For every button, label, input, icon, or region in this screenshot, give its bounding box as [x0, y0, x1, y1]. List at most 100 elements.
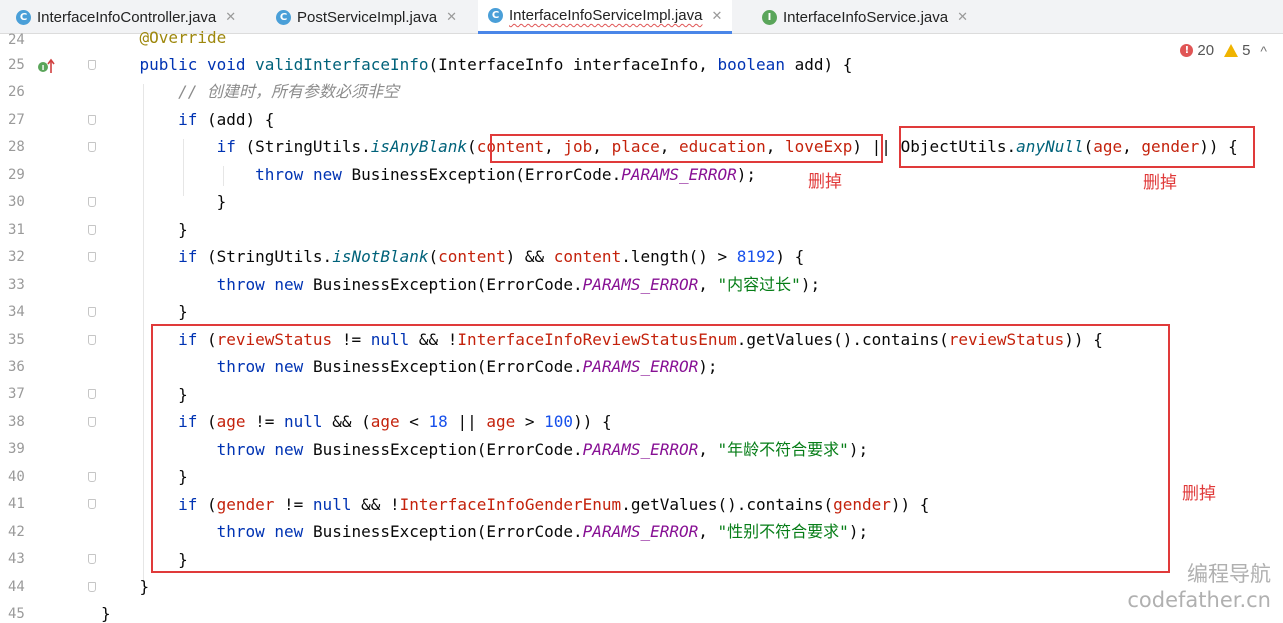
class-icon: C — [276, 9, 291, 25]
line-number: 35 — [8, 332, 25, 348]
code-line-25[interactable]: public void validInterfaceInfo(Interface… — [101, 55, 853, 75]
line-number: 32 — [8, 249, 25, 265]
keyword: throw — [255, 165, 304, 184]
error-count: 20 — [1197, 42, 1215, 59]
code-text: (StringUtils. — [235, 137, 371, 156]
fold-icon[interactable] — [88, 115, 96, 125]
keyword: void — [206, 55, 246, 74]
fold-icon[interactable] — [88, 252, 96, 262]
tab-post-service-impl[interactable]: C PostServiceImpl.java ✕ — [276, 0, 457, 34]
highlight-box-anynull-check — [899, 126, 1255, 168]
tab-label: InterfaceInfoController.java — [37, 8, 217, 26]
code-comment: // 创建时，所有参数必须非空 — [178, 82, 399, 101]
line-number: 38 — [8, 414, 25, 430]
code-line-29[interactable]: throw new BusinessException(ErrorCode.PA… — [101, 165, 756, 185]
fold-icon[interactable] — [88, 554, 96, 564]
keyword: if — [216, 137, 236, 156]
code-text: ) { — [775, 247, 805, 266]
close-icon[interactable]: ✕ — [446, 9, 457, 25]
svg-text:I: I — [42, 64, 45, 72]
line-number: 42 — [8, 524, 25, 540]
delete-note: 删掉 — [1182, 484, 1216, 504]
keyword: boolean — [717, 55, 785, 74]
code-text: (add) { — [197, 110, 275, 129]
line-number: 41 — [8, 496, 25, 512]
fold-icon[interactable] — [88, 417, 96, 427]
field-token: content — [553, 247, 622, 266]
fold-icon[interactable] — [88, 142, 96, 152]
fold-icon[interactable] — [88, 197, 96, 207]
line-number: 28 — [8, 139, 25, 155]
line-number: 24 — [8, 32, 25, 48]
delete-note: 删掉 — [1143, 173, 1177, 193]
field-token: content — [438, 247, 506, 266]
code-text: } — [101, 604, 111, 623]
tab-label: InterfaceInfoServiceImpl.java — [509, 7, 703, 24]
line-number: 37 — [8, 386, 25, 402]
fold-icon[interactable] — [88, 582, 96, 592]
fold-icon[interactable] — [88, 225, 96, 235]
code-text: .length() > — [621, 247, 737, 266]
constant-token: PARAMS_ERROR — [621, 165, 737, 184]
method-call: isNotBlank — [332, 247, 429, 266]
code-text: ( — [467, 137, 477, 156]
code-line-33[interactable]: throw new BusinessException(ErrorCode.PA… — [101, 275, 820, 295]
code-line-34[interactable]: } — [101, 302, 188, 322]
line-number: 26 — [8, 84, 25, 100]
highlight-box-anyblank-args — [490, 134, 883, 163]
fold-icon[interactable] — [88, 307, 96, 317]
code-text: } — [178, 220, 188, 239]
line-number: 40 — [8, 469, 25, 485]
delete-note: 删掉 — [808, 172, 842, 192]
close-icon[interactable]: ✕ — [225, 9, 236, 25]
code-text: BusinessException(ErrorCode. — [341, 165, 622, 184]
code-line-24[interactable]: @Override — [101, 28, 227, 48]
fold-icon[interactable] — [88, 389, 96, 399]
keyword: if — [178, 110, 198, 129]
code-text: ) && — [505, 247, 554, 266]
code-text: } — [139, 577, 150, 596]
code-text: BusinessException(ErrorCode. — [303, 275, 583, 294]
method-name: validInterfaceInfo — [255, 55, 429, 74]
fold-icon[interactable] — [88, 472, 96, 482]
tab-label: InterfaceInfoService.java — [783, 8, 949, 26]
tab-label: PostServiceImpl.java — [297, 8, 438, 26]
tab-interface-info-service-impl[interactable]: C InterfaceInfoServiceImpl.java ✕ — [478, 0, 733, 34]
fold-icon[interactable] — [88, 499, 96, 509]
line-number: 27 — [8, 112, 25, 128]
code-line-32[interactable]: if (StringUtils.isNotBlank(content) && c… — [101, 247, 804, 267]
code-line-31[interactable]: } — [101, 220, 188, 240]
class-icon: C — [488, 8, 503, 23]
fold-icon[interactable] — [88, 335, 96, 345]
code-text: } — [178, 302, 188, 321]
inspection-widget[interactable]: ! 20 5 ^ — [1180, 42, 1267, 59]
code-line-26[interactable]: // 创建时，所有参数必须非空 — [101, 82, 399, 102]
line-number: 34 — [8, 304, 25, 320]
tab-interface-info-service[interactable]: I InterfaceInfoService.java ✕ — [762, 0, 968, 34]
fold-icon[interactable] — [88, 60, 96, 70]
class-icon: C — [16, 9, 31, 25]
code-text: } — [216, 192, 227, 211]
implements-method-icon[interactable]: I — [37, 58, 55, 74]
code-line-27[interactable]: if (add) { — [101, 110, 274, 130]
editor-gutter[interactable]: 24 25 26 27 28 29 30 31 32 33 34 35 36 3… — [0, 32, 100, 623]
close-icon[interactable]: ✕ — [711, 8, 722, 24]
constant-token: PARAMS_ERROR — [582, 275, 699, 294]
line-number: 39 — [8, 441, 25, 457]
watermark-title: 编程导航 — [1187, 562, 1271, 586]
code-line-44[interactable]: } — [101, 577, 150, 597]
code-line-30[interactable]: } — [101, 192, 227, 212]
warning-count: 5 — [1242, 42, 1251, 59]
line-number: 30 — [8, 194, 25, 210]
line-number: 36 — [8, 359, 25, 375]
close-icon[interactable]: ✕ — [957, 9, 968, 25]
line-number: 44 — [8, 579, 25, 595]
code-text: (InterfaceInfo interfaceInfo, — [428, 55, 718, 74]
chevron-up-icon[interactable]: ^ — [1260, 43, 1267, 59]
line-number: 45 — [8, 606, 25, 622]
code-line-45[interactable]: } — [101, 604, 111, 623]
highlight-box-validation-block — [151, 324, 1170, 573]
code-text: add) { — [784, 55, 853, 74]
line-number: 25 — [8, 57, 25, 73]
line-number: 33 — [8, 277, 25, 293]
